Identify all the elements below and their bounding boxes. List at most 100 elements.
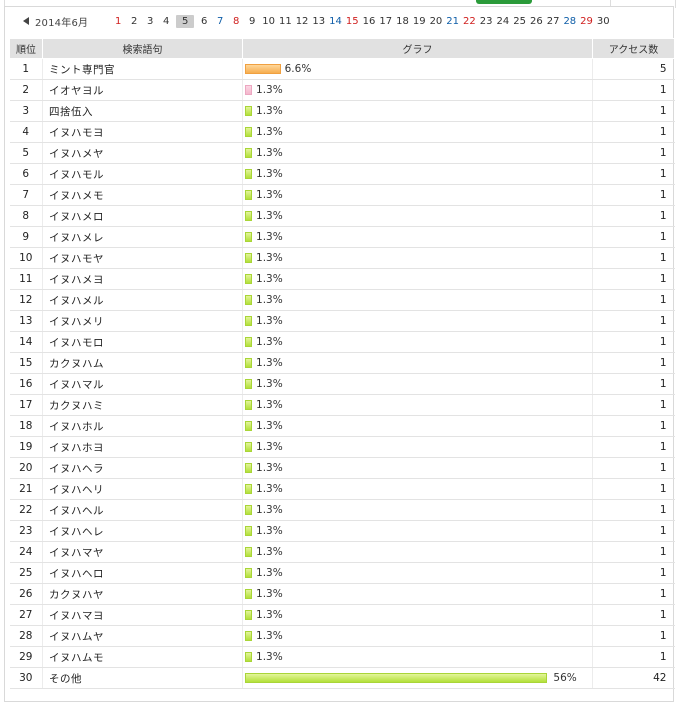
share-bar bbox=[245, 568, 253, 578]
share-bar bbox=[245, 610, 253, 620]
rank-cell: 2 bbox=[9, 79, 43, 101]
previous-month-arrow-icon[interactable] bbox=[23, 17, 29, 25]
share-bar bbox=[245, 169, 253, 179]
share-percent: 1.3% bbox=[256, 399, 283, 411]
rank-cell: 10 bbox=[9, 247, 43, 269]
share-percent: 1.3% bbox=[256, 336, 283, 348]
day-link-11[interactable]: 11 bbox=[279, 16, 292, 27]
table-row: 25 イヌハヘロ 1.3% 1 bbox=[9, 562, 675, 584]
rank-cell: 23 bbox=[9, 520, 43, 542]
access-count-cell: 1 bbox=[592, 79, 675, 101]
table-row: 21 イヌハヘリ 1.3% 1 bbox=[9, 478, 675, 500]
share-percent: 1.3% bbox=[256, 441, 283, 453]
share-percent: 1.3% bbox=[256, 462, 283, 474]
day-link-23[interactable]: 23 bbox=[480, 16, 493, 27]
top-divider-right-edge bbox=[675, 0, 676, 8]
rank-cell: 21 bbox=[9, 478, 43, 500]
access-count-cell: 42 bbox=[592, 667, 675, 689]
access-count-cell: 1 bbox=[592, 478, 675, 500]
day-link-24[interactable]: 24 bbox=[497, 16, 510, 27]
access-count-cell: 1 bbox=[592, 625, 675, 647]
day-link-25[interactable]: 25 bbox=[513, 16, 526, 27]
term-cell: イヌハメモ bbox=[42, 184, 243, 206]
table-row: 8 イヌハメロ 1.3% 1 bbox=[9, 205, 675, 227]
graph-cell: 1.3% bbox=[242, 436, 593, 458]
day-link-17[interactable]: 17 bbox=[379, 16, 392, 27]
graph-cell: 1.3% bbox=[242, 394, 593, 416]
day-link-6[interactable]: 6 bbox=[198, 16, 210, 27]
access-count-cell: 1 bbox=[592, 583, 675, 605]
share-percent: 1.3% bbox=[256, 546, 283, 558]
share-bar bbox=[245, 526, 253, 536]
graph-cell: 1.3% bbox=[242, 373, 593, 395]
table-row: 6 イヌハモル 1.3% 1 bbox=[9, 163, 675, 185]
graph-cell: 1.3% bbox=[242, 289, 593, 311]
graph-cell: 1.3% bbox=[242, 478, 593, 500]
day-link-10[interactable]: 10 bbox=[262, 16, 275, 27]
access-count-cell: 1 bbox=[592, 247, 675, 269]
access-count-cell: 1 bbox=[592, 562, 675, 584]
rank-cell: 22 bbox=[9, 499, 43, 521]
access-count-cell: 1 bbox=[592, 121, 675, 143]
day-link-27[interactable]: 27 bbox=[547, 16, 560, 27]
day-link-4[interactable]: 4 bbox=[160, 16, 172, 27]
table-row: 7 イヌハメモ 1.3% 1 bbox=[9, 184, 675, 206]
table-row: 12 イヌハメル 1.3% 1 bbox=[9, 289, 675, 311]
rank-cell: 9 bbox=[9, 226, 43, 248]
term-cell: イヌハマヨ bbox=[42, 604, 243, 626]
day-link-13[interactable]: 13 bbox=[312, 16, 325, 27]
day-link-1[interactable]: 1 bbox=[112, 16, 124, 27]
rank-cell: 13 bbox=[9, 310, 43, 332]
day-link-22[interactable]: 22 bbox=[463, 16, 476, 27]
table-row: 26 カクヌハヤ 1.3% 1 bbox=[9, 583, 675, 605]
access-count-cell: 5 bbox=[592, 58, 675, 80]
day-link-9[interactable]: 9 bbox=[246, 16, 258, 27]
table-header-row: 順位 検索語句 グラフ アクセス数 bbox=[9, 38, 675, 59]
rank-cell: 6 bbox=[9, 163, 43, 185]
graph-cell: 6.6% bbox=[242, 58, 593, 80]
day-link-5[interactable]: 5 bbox=[176, 14, 195, 28]
term-cell: その他 bbox=[42, 667, 243, 689]
graph-cell: 1.3% bbox=[242, 457, 593, 479]
day-link-15[interactable]: 15 bbox=[346, 16, 359, 27]
day-link-21[interactable]: 21 bbox=[446, 16, 459, 27]
day-link-19[interactable]: 19 bbox=[413, 16, 426, 27]
term-cell: イヌハメヤ bbox=[42, 142, 243, 164]
access-count-cell: 1 bbox=[592, 310, 675, 332]
share-percent: 1.3% bbox=[256, 357, 283, 369]
day-link-30[interactable]: 30 bbox=[597, 16, 610, 27]
share-percent: 1.3% bbox=[256, 588, 283, 600]
share-bar bbox=[245, 253, 253, 263]
table-row: 15 カクヌハム 1.3% 1 bbox=[9, 352, 675, 374]
access-count-cell: 1 bbox=[592, 436, 675, 458]
graph-cell: 1.3% bbox=[242, 415, 593, 437]
day-link-26[interactable]: 26 bbox=[530, 16, 543, 27]
day-link-2[interactable]: 2 bbox=[128, 16, 140, 27]
graph-cell: 1.3% bbox=[242, 226, 593, 248]
day-link-3[interactable]: 3 bbox=[144, 16, 156, 27]
term-cell: イヌハホヨ bbox=[42, 436, 243, 458]
share-percent: 1.3% bbox=[256, 630, 283, 642]
access-count-cell: 1 bbox=[592, 142, 675, 164]
graph-cell: 1.3% bbox=[242, 205, 593, 227]
header-rank: 順位 bbox=[9, 38, 43, 59]
day-link-16[interactable]: 16 bbox=[363, 16, 376, 27]
rank-cell: 30 bbox=[9, 667, 43, 689]
day-link-28[interactable]: 28 bbox=[563, 16, 576, 27]
rank-cell: 12 bbox=[9, 289, 43, 311]
day-link-29[interactable]: 29 bbox=[580, 16, 593, 27]
day-link-8[interactable]: 8 bbox=[230, 16, 242, 27]
term-cell: イヌハヘロ bbox=[42, 562, 243, 584]
term-cell: イヌハマヤ bbox=[42, 541, 243, 563]
graph-cell: 1.3% bbox=[242, 331, 593, 353]
share-percent: 1.3% bbox=[256, 168, 283, 180]
day-link-20[interactable]: 20 bbox=[430, 16, 443, 27]
term-cell: イヌハヘル bbox=[42, 499, 243, 521]
day-link-18[interactable]: 18 bbox=[396, 16, 409, 27]
term-cell: イヌハムヤ bbox=[42, 625, 243, 647]
access-count-cell: 1 bbox=[592, 100, 675, 122]
day-link-14[interactable]: 14 bbox=[329, 16, 342, 27]
active-tab-indicator[interactable] bbox=[476, 0, 532, 4]
day-link-12[interactable]: 12 bbox=[296, 16, 309, 27]
day-link-7[interactable]: 7 bbox=[214, 16, 226, 27]
